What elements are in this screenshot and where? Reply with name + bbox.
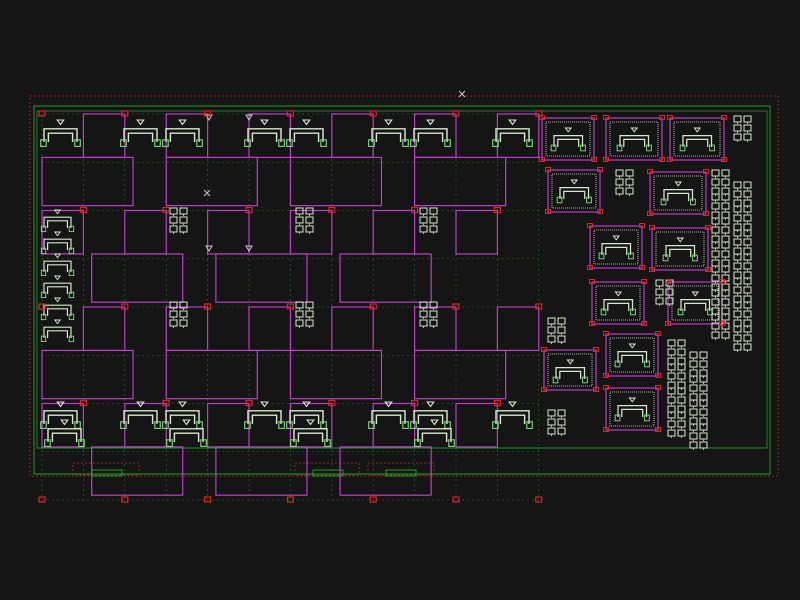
layout-canvas xyxy=(0,0,800,600)
background xyxy=(0,0,800,600)
